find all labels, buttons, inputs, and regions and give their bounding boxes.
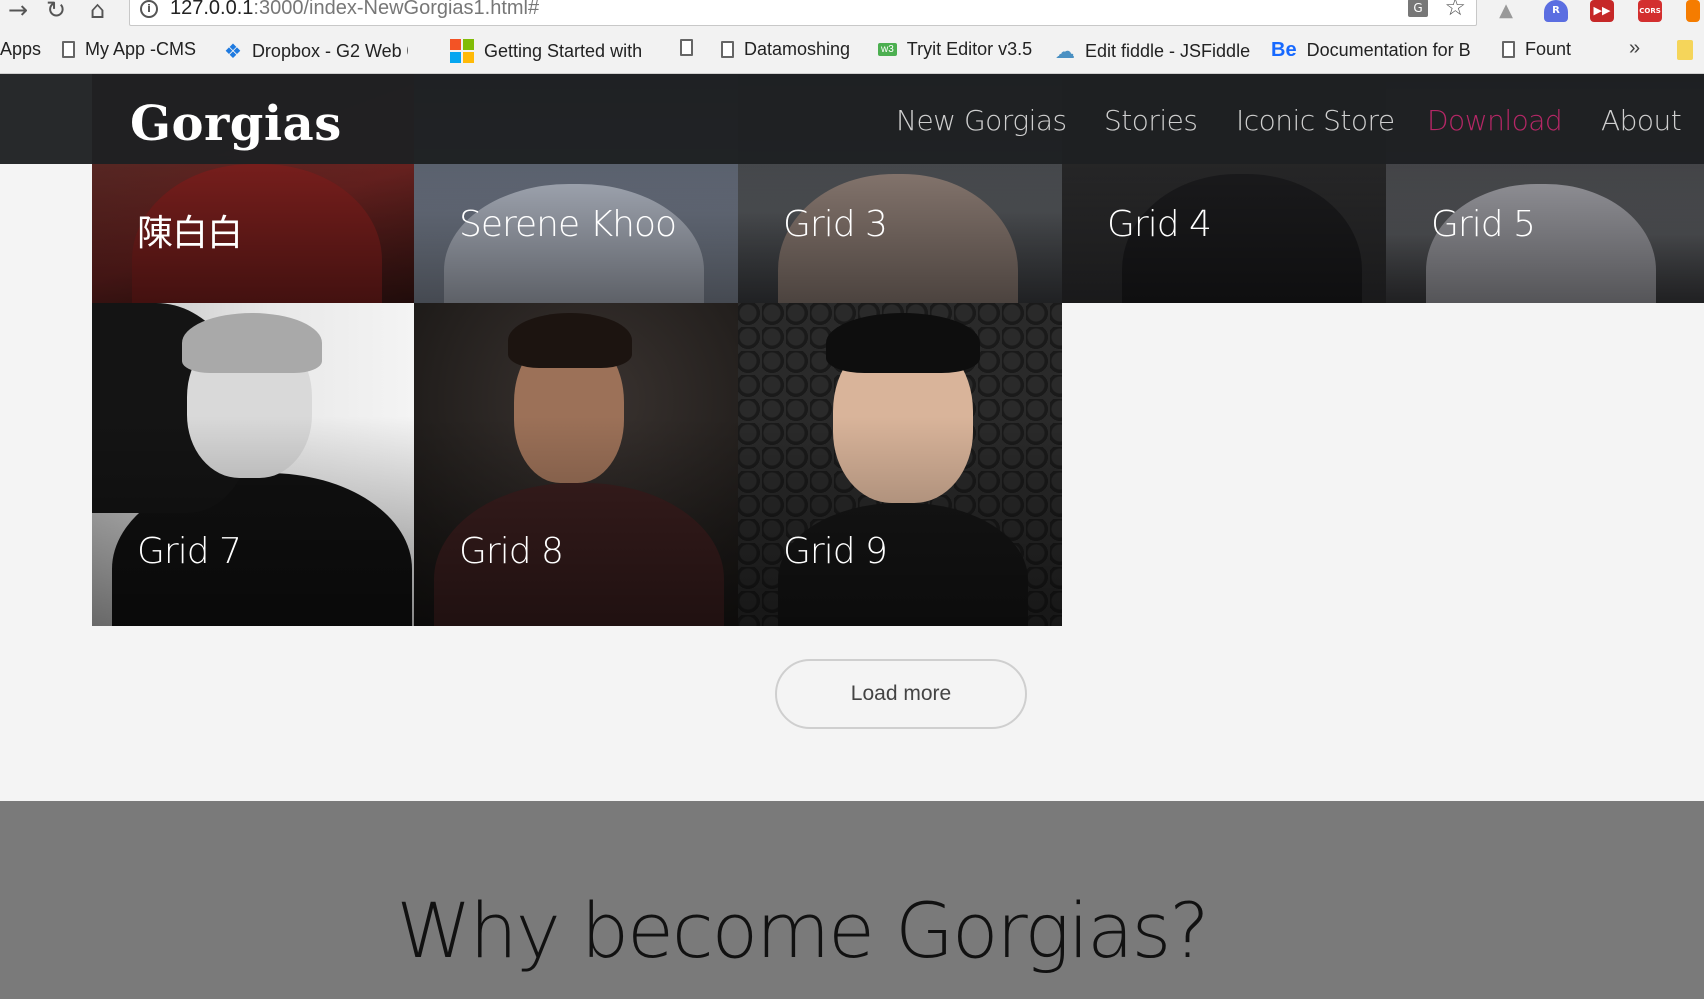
reload-icon[interactable]: ↻: [46, 0, 66, 22]
bookmark-getting-started[interactable]: Getting Started with: [450, 39, 656, 63]
cors-extension-icon[interactable]: CORS: [1638, 0, 1662, 22]
windows-icon: [450, 39, 474, 63]
home-icon[interactable]: ⌂: [90, 0, 105, 22]
grid-tile-7[interactable]: Grid 7: [92, 303, 414, 626]
tile-caption: Grid 4: [1107, 204, 1212, 245]
bookmark-my-app-cms[interactable]: My App -CMS: [62, 39, 196, 60]
nav-stories[interactable]: Stories: [1104, 104, 1198, 137]
bookmark-documentation[interactable]: Be Documentation for B: [1271, 39, 1475, 62]
tile-caption: Grid 9: [783, 531, 888, 572]
bookmark-fount[interactable]: Fount: [1502, 39, 1571, 60]
translate-icon[interactable]: G: [1408, 0, 1428, 17]
tile-caption: Grid 3: [783, 204, 888, 245]
address-bar[interactable]: i 127.0.0.1:3000/index-NewGorgias1.html#…: [129, 0, 1477, 26]
nav-new-gorgias[interactable]: New Gorgias: [896, 104, 1067, 137]
tile-caption: Grid 5: [1431, 204, 1536, 245]
page-icon: [721, 41, 734, 58]
bookmark-label: Tryit Editor v3.5: [906, 39, 1033, 59]
bookmark-label: Datamoshing: [744, 39, 851, 59]
r-extension-icon[interactable]: R: [1544, 0, 1568, 22]
extension-icon[interactable]: [1686, 0, 1700, 22]
bookmark-label: Dropbox - G2 Web 0: [251, 41, 408, 61]
tile-caption: Grid 8: [459, 531, 564, 572]
nav-iconic-store[interactable]: Iconic Store: [1236, 104, 1395, 137]
why-section: Why become Gorgias?: [0, 801, 1704, 999]
bookmark-label: My App -CMS: [85, 39, 197, 59]
page-icon: [1502, 41, 1515, 58]
bookmarks-bar: Apps My App -CMS ❖ Dropbox - G2 Web 0 Ge…: [0, 28, 1704, 74]
url-host: 127.0.0.1: [170, 0, 254, 19]
more-bookmarks-icon[interactable]: »: [1629, 37, 1640, 60]
tile-shade: [738, 303, 1062, 626]
drive-icon[interactable]: ▲: [1494, 0, 1518, 22]
bookmark-untitled[interactable]: [680, 39, 703, 56]
info-icon[interactable]: i: [140, 0, 158, 18]
page-icon: [680, 39, 693, 56]
tile-caption: 陳白白: [137, 213, 243, 254]
tile-caption: Serene Khoo: [459, 204, 677, 245]
bookmark-tryit-editor[interactable]: w3 Tryit Editor v3.5: [878, 39, 1032, 60]
url-text[interactable]: 127.0.0.1:3000/index-NewGorgias1.html#: [170, 0, 539, 20]
bookmark-jsfiddle[interactable]: ☁ Edit fiddle - JSFiddle: [1055, 39, 1250, 64]
site-header: Gorgias New Gorgias Stories Iconic Store…: [0, 74, 1704, 164]
grid-tile-8[interactable]: Grid 8: [414, 303, 738, 626]
bookmark-dropbox[interactable]: ❖ Dropbox - G2 Web 0: [224, 39, 408, 64]
load-more-button[interactable]: Load more: [775, 659, 1027, 729]
bookmark-datamoshing[interactable]: Datamoshing: [721, 39, 850, 60]
tile-caption: Grid 7: [137, 531, 242, 572]
bookmark-label: Getting Started with: [484, 40, 643, 61]
site-logo[interactable]: Gorgias: [130, 96, 342, 152]
why-title: Why become Gorgias?: [396, 886, 1209, 975]
bookmark-label: Edit fiddle - JSFiddle: [1085, 41, 1251, 61]
tile-shade: [414, 303, 738, 626]
bookmark-apps[interactable]: Apps: [0, 39, 41, 60]
bookmark-label: Apps: [0, 39, 42, 59]
w3-icon: w3: [878, 43, 897, 56]
star-icon[interactable]: ☆: [1444, 0, 1466, 21]
url-path: :3000/index-NewGorgias1.html#: [253, 0, 540, 19]
bookmark-label: Fount: [1525, 39, 1572, 59]
tile-shade: [92, 303, 414, 626]
dropbox-icon: ❖: [224, 41, 242, 63]
folder-icon[interactable]: [1677, 40, 1693, 60]
nav-download[interactable]: Download: [1427, 104, 1563, 137]
forward-icon[interactable]: →: [8, 0, 28, 22]
browser-toolbar: → ↻ ⌂ i 127.0.0.1:3000/index-NewGorgias1…: [0, 0, 1704, 28]
grid-tile-9[interactable]: Grid 9: [738, 303, 1062, 626]
behance-icon: Be: [1271, 39, 1297, 61]
nav-about[interactable]: About: [1601, 104, 1682, 137]
video-extension-icon[interactable]: ▶▶: [1590, 0, 1614, 22]
cloud-icon: ☁: [1055, 41, 1075, 63]
page-icon: [62, 41, 75, 58]
bookmark-label: Documentation for B: [1306, 40, 1471, 60]
